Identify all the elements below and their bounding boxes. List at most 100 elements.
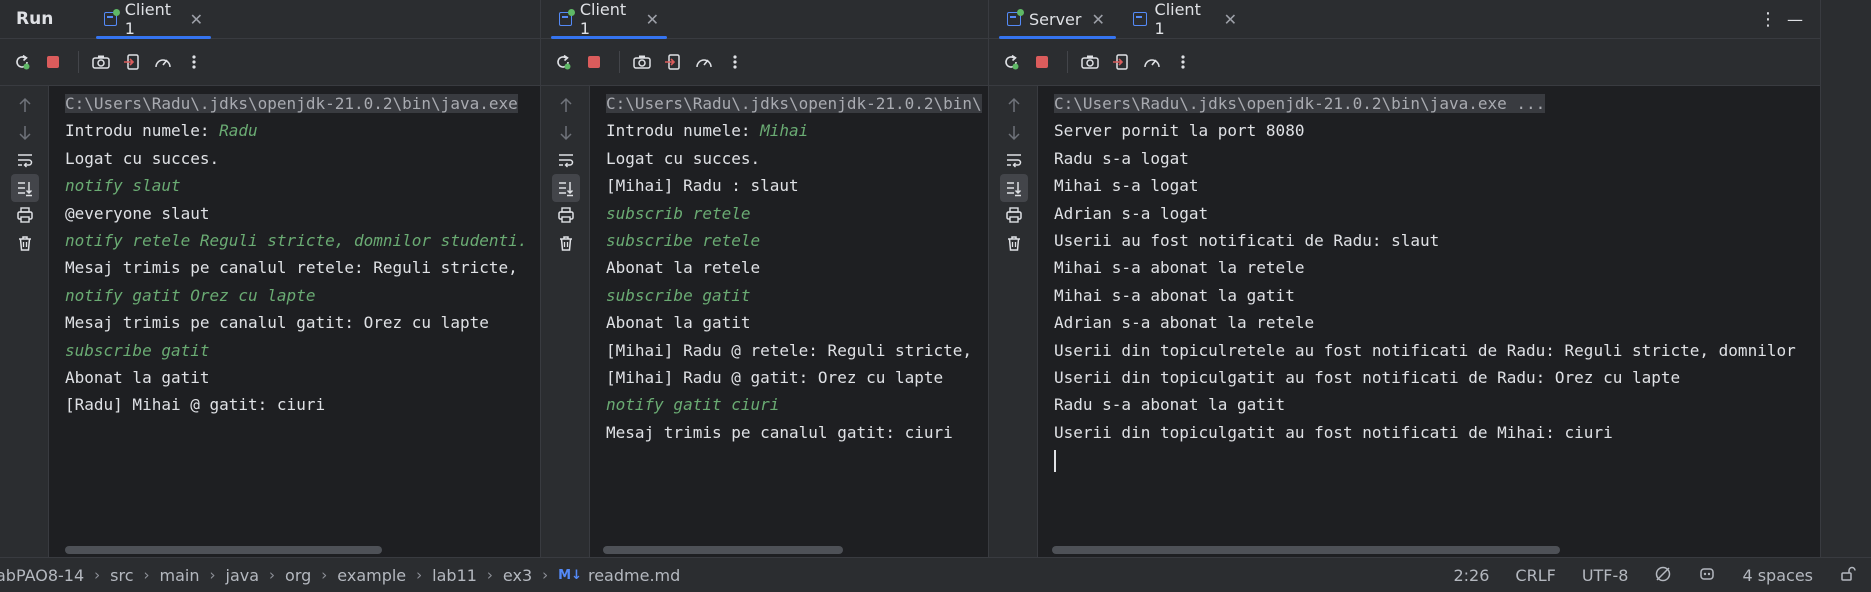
arrow-down-icon[interactable] xyxy=(11,119,39,147)
console-user-input: notify slaut xyxy=(65,176,181,196)
console-output[interactable]: C:\Users\Radu\.jdks\openjdk-21.0.2\bin\j… xyxy=(50,86,540,557)
camera-icon[interactable] xyxy=(628,48,656,76)
stop-icon[interactable] xyxy=(1028,48,1056,76)
arrow-down-icon[interactable] xyxy=(552,119,580,147)
run-panel-client-1a: Run Client 1 ✕ C:\Users\Radu\.jdks\openj… xyxy=(0,0,540,557)
tab-client-1[interactable]: Client 1 ✕ xyxy=(1125,0,1245,38)
console-line: Adrian s-a abonat la retele xyxy=(1054,313,1315,333)
run-panel-server: Server ✕ Client 1 ✕ ⋮ — C:\Users\Radu\.j… xyxy=(989,0,1820,557)
tab-client-1[interactable]: Client 1 ✕ xyxy=(96,0,211,39)
tab-server[interactable]: Server ✕ xyxy=(999,0,1116,39)
breadcrumb-item[interactable]: abPAO8-14 xyxy=(0,566,84,585)
horizontal-scrollbar[interactable] xyxy=(65,546,382,554)
tab-label: Client 1 xyxy=(579,0,627,38)
trash-icon[interactable] xyxy=(1000,229,1028,257)
tab-label: Server xyxy=(1029,9,1082,29)
console-line: Logat cu succes. xyxy=(65,148,220,168)
console-line: Radu s-a abonat la gatit xyxy=(1054,395,1286,415)
markdown-file-icon: M↓ xyxy=(558,567,582,583)
tab-client-1[interactable]: Client 1 ✕ xyxy=(551,0,667,39)
console-output[interactable]: C:\Users\Radu\.jdks\openjdk-21.0.2\bin\j… xyxy=(1039,86,1820,557)
scroll-to-end-icon[interactable] xyxy=(11,173,39,202)
console-output[interactable]: C:\Users\Radu\.jdks\openjdk-21.0.2\bin\ I… xyxy=(591,86,988,557)
rerun-icon[interactable] xyxy=(997,48,1025,76)
horizontal-scrollbar[interactable] xyxy=(1052,546,1560,554)
chevron-right-icon: › xyxy=(209,566,216,584)
indent-setting[interactable]: 4 spaces xyxy=(1742,566,1813,585)
gauge-icon[interactable] xyxy=(690,48,718,76)
console-line: Logat cu succes. xyxy=(606,148,761,168)
console-input-line[interactable] xyxy=(1054,446,1820,473)
right-tool-strip xyxy=(1820,0,1871,557)
close-icon[interactable]: ✕ xyxy=(1224,10,1237,29)
gauge-icon[interactable] xyxy=(1138,48,1166,76)
print-icon[interactable] xyxy=(552,201,580,229)
breadcrumb-item[interactable]: java xyxy=(226,566,260,585)
caret-position[interactable]: 2:26 xyxy=(1453,566,1489,585)
console-line: Mesaj trimis pe canalul gatit: Orez cu l… xyxy=(65,313,489,333)
chevron-right-icon: › xyxy=(542,566,549,584)
gauge-icon[interactable] xyxy=(149,48,177,76)
trash-icon[interactable] xyxy=(552,229,580,257)
console-line: Abonat la gatit xyxy=(606,313,751,333)
arrow-up-icon[interactable] xyxy=(552,91,580,119)
console-command-line: C:\Users\Radu\.jdks\openjdk-21.0.2\bin\j… xyxy=(65,94,518,113)
horizontal-scrollbar[interactable] xyxy=(603,546,843,554)
import-icon[interactable] xyxy=(118,48,146,76)
arrow-down-icon[interactable] xyxy=(1000,119,1028,147)
no-highlight-icon[interactable] xyxy=(1654,565,1672,587)
console-line: Abonat la retele xyxy=(606,258,761,278)
more-icon[interactable] xyxy=(721,48,749,76)
console-command-line: C:\Users\Radu\.jdks\openjdk-21.0.2\bin\ xyxy=(606,94,982,113)
print-icon[interactable] xyxy=(1000,201,1028,229)
rerun-icon[interactable] xyxy=(549,48,577,76)
breadcrumb-item[interactable]: org xyxy=(285,566,311,585)
chevron-right-icon: › xyxy=(416,566,423,584)
scroll-to-end-icon[interactable] xyxy=(552,173,580,202)
scroll-to-end-icon[interactable] xyxy=(1000,173,1028,202)
tab-bar: Run Client 1 ✕ xyxy=(0,0,540,39)
print-icon[interactable] xyxy=(11,201,39,229)
more-icon[interactable] xyxy=(1169,48,1197,76)
console-gutter xyxy=(541,86,590,557)
soft-wrap-icon[interactable] xyxy=(1000,146,1028,174)
close-icon[interactable]: ✕ xyxy=(1091,10,1104,29)
console-user-input: subscribe gatit xyxy=(65,340,210,360)
rerun-icon[interactable] xyxy=(8,48,36,76)
minimize-icon[interactable]: — xyxy=(1779,0,1811,38)
arrow-up-icon[interactable] xyxy=(1000,91,1028,119)
close-icon[interactable]: ✕ xyxy=(190,10,203,29)
more-icon[interactable] xyxy=(180,48,208,76)
console-user-input: subscrib retele xyxy=(606,203,751,223)
soft-wrap-icon[interactable] xyxy=(552,146,580,174)
line-ending[interactable]: CRLF xyxy=(1515,566,1555,585)
breadcrumb-item[interactable]: main xyxy=(160,566,200,585)
breadcrumb-item[interactable]: lab11 xyxy=(432,566,477,585)
soft-wrap-icon[interactable] xyxy=(11,146,39,174)
breadcrumb-item[interactable]: example xyxy=(337,566,406,585)
lock-icon[interactable] xyxy=(1839,565,1857,587)
trash-icon[interactable] xyxy=(11,229,39,257)
console-line: Radu s-a logat xyxy=(1054,148,1189,168)
camera-icon[interactable] xyxy=(1076,48,1104,76)
chevron-right-icon: › xyxy=(321,566,328,584)
console-user-input: notify gatit ciuri xyxy=(606,395,780,415)
import-icon[interactable] xyxy=(659,48,687,76)
breadcrumb-file[interactable]: readme.md xyxy=(588,566,680,585)
camera-icon[interactable] xyxy=(87,48,115,76)
stop-icon[interactable] xyxy=(580,48,608,76)
toolbar-separator xyxy=(619,51,620,73)
ai-assistant-icon[interactable] xyxy=(1698,565,1716,587)
user-input: Mihai xyxy=(760,121,809,141)
file-encoding[interactable]: UTF-8 xyxy=(1582,566,1629,585)
close-icon[interactable]: ✕ xyxy=(646,10,659,29)
console-user-input: subscribe gatit xyxy=(606,285,751,305)
stop-icon[interactable] xyxy=(39,48,67,76)
arrow-up-icon[interactable] xyxy=(11,91,39,119)
import-icon[interactable] xyxy=(1107,48,1135,76)
tab-label: Client 1 xyxy=(1154,0,1201,38)
breadcrumb-item[interactable]: ex3 xyxy=(503,566,532,585)
console-line: Userii din topiculgatit au fost notifica… xyxy=(1054,422,1613,442)
toolbar-separator xyxy=(78,51,79,73)
breadcrumb-item[interactable]: src xyxy=(110,566,133,585)
